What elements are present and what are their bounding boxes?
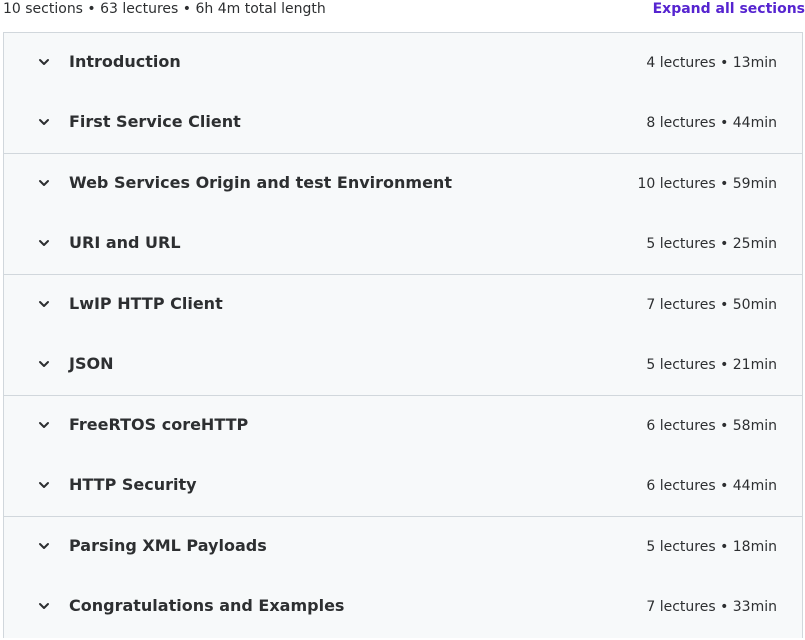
- chevron-down-icon: [37, 176, 51, 190]
- section-lecture-count: 5 lectures • 25min: [646, 236, 777, 252]
- section-lecture-count: 6 lectures • 44min: [646, 478, 777, 494]
- expand-all-sections-button[interactable]: Expand all sections: [653, 0, 805, 18]
- chevron-down-icon: [37, 115, 51, 129]
- section-row-uri-and-url[interactable]: URI and URL 5 lectures • 25min: [4, 214, 802, 275]
- section-row-json[interactable]: JSON 5 lectures • 21min: [4, 335, 802, 396]
- section-title: Introduction: [69, 52, 181, 71]
- section-title: LwIP HTTP Client: [69, 294, 223, 313]
- section-row-parsing-xml-payloads[interactable]: Parsing XML Payloads 5 lectures • 18min: [4, 517, 802, 578]
- section-title: Parsing XML Payloads: [69, 536, 267, 555]
- section-lecture-count: 5 lectures • 18min: [646, 539, 777, 555]
- chevron-down-icon: [37, 297, 51, 311]
- section-lecture-count: 8 lectures • 44min: [646, 115, 777, 131]
- section-lecture-count: 5 lectures • 21min: [646, 357, 777, 373]
- section-row-web-services-origin[interactable]: Web Services Origin and test Environment…: [4, 154, 802, 215]
- curriculum-section-list: Introduction 4 lectures • 13min First Se…: [3, 32, 803, 638]
- section-row-http-security[interactable]: HTTP Security 6 lectures • 44min: [4, 456, 802, 517]
- section-title: Web Services Origin and test Environment: [69, 173, 452, 192]
- section-title: Congratulations and Examples: [69, 596, 345, 615]
- chevron-down-icon: [37, 478, 51, 492]
- curriculum-summary: 10 sections • 63 lectures • 6h 4m total …: [3, 1, 326, 17]
- section-lecture-count: 7 lectures • 50min: [646, 297, 777, 313]
- chevron-down-icon: [37, 539, 51, 553]
- section-row-congratulations-and-examples[interactable]: Congratulations and Examples 7 lectures …: [4, 577, 802, 638]
- section-row-lwip-http-client[interactable]: LwIP HTTP Client 7 lectures • 50min: [4, 275, 802, 336]
- section-lecture-count: 10 lectures • 59min: [637, 176, 777, 192]
- section-lecture-count: 7 lectures • 33min: [646, 599, 777, 615]
- curriculum-summary-bar: 10 sections • 63 lectures • 6h 4m total …: [0, 0, 805, 22]
- section-title: URI and URL: [69, 233, 181, 252]
- section-lecture-count: 4 lectures • 13min: [646, 55, 777, 71]
- section-lecture-count: 6 lectures • 58min: [646, 418, 777, 434]
- section-row-first-service-client[interactable]: First Service Client 8 lectures • 44min: [4, 93, 802, 154]
- section-title: FreeRTOS coreHTTP: [69, 415, 249, 434]
- chevron-down-icon: [37, 599, 51, 613]
- chevron-down-icon: [37, 418, 51, 432]
- section-row-freertos-corehttp[interactable]: FreeRTOS coreHTTP 6 lectures • 58min: [4, 396, 802, 457]
- section-title: First Service Client: [69, 112, 241, 131]
- section-title: JSON: [69, 354, 114, 373]
- chevron-down-icon: [37, 55, 51, 69]
- chevron-down-icon: [37, 236, 51, 250]
- section-title: HTTP Security: [69, 475, 197, 494]
- section-row-introduction[interactable]: Introduction 4 lectures • 13min: [4, 33, 802, 94]
- chevron-down-icon: [37, 357, 51, 371]
